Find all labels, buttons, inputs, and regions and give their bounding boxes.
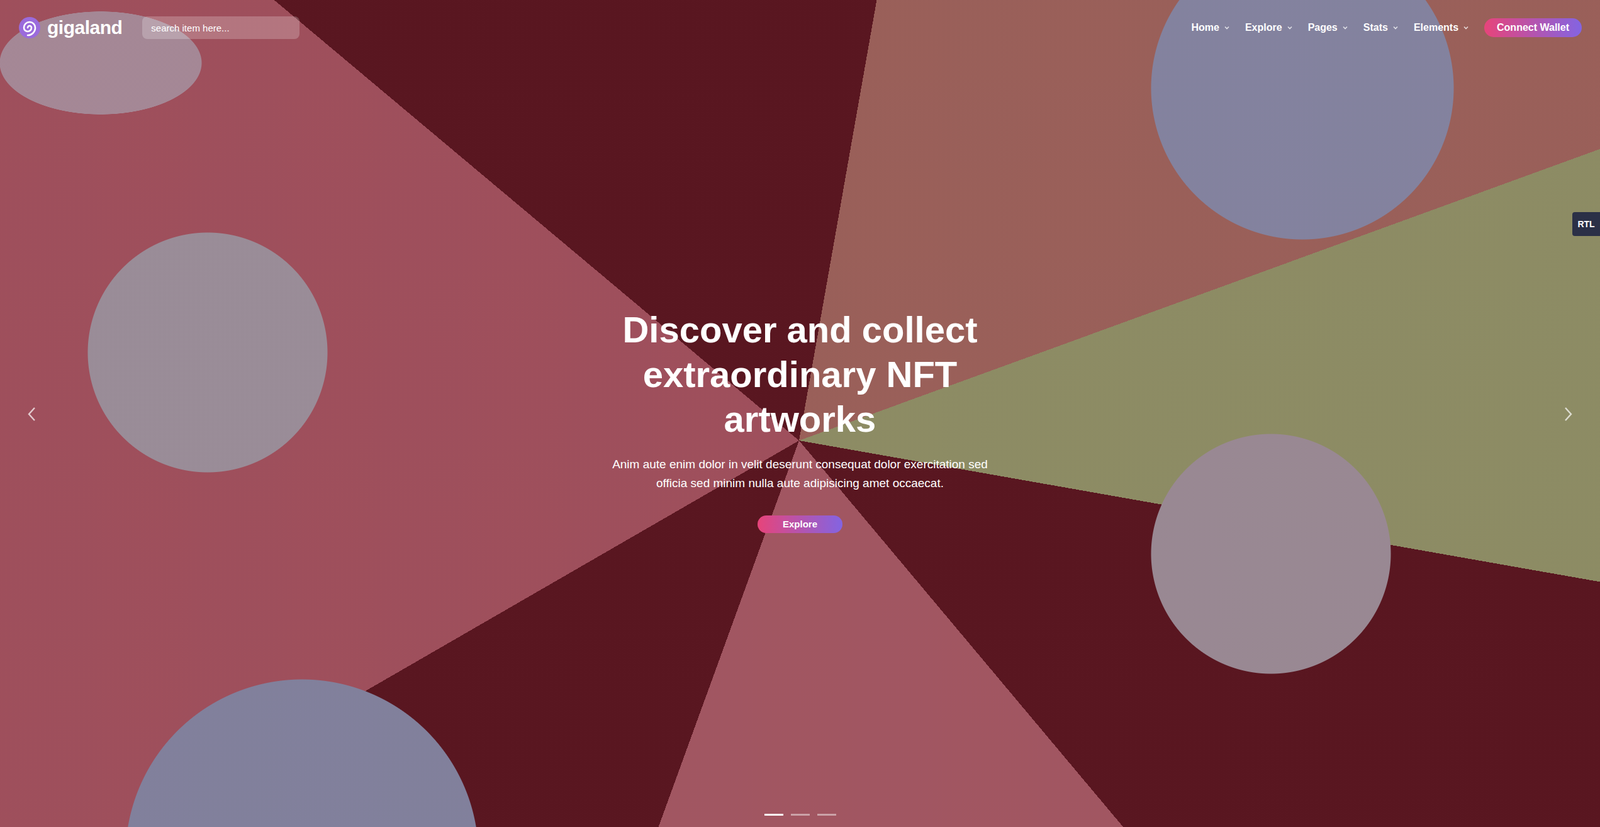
- search-input[interactable]: [142, 16, 300, 40]
- chevron-left-icon: [26, 405, 38, 423]
- chevron-down-icon: [1392, 24, 1399, 31]
- logo[interactable]: gigaland: [18, 16, 123, 40]
- logo-text: gigaland: [47, 16, 123, 39]
- nav-item[interactable]: Stats: [1363, 22, 1399, 34]
- chevron-down-icon: [1342, 24, 1349, 31]
- hero-slider: gigaland Home Explore Pages Stats Elements Con…: [0, 0, 1600, 827]
- nav-item[interactable]: Explore: [1245, 22, 1293, 34]
- spiral-logo-icon: [18, 16, 41, 40]
- hero-title-line: extraordinary NFT: [643, 351, 958, 397]
- chevron-down-icon: [1223, 24, 1231, 31]
- nav-item[interactable]: Home: [1191, 22, 1230, 34]
- slider-dot[interactable]: [764, 813, 784, 816]
- slider-dot[interactable]: [817, 813, 837, 816]
- slider-dots: [0, 813, 1600, 816]
- explore-button[interactable]: Explore: [757, 515, 843, 533]
- chevron-right-icon: [1562, 405, 1574, 423]
- hero-content: Discover and collectextraordinary NFTart…: [608, 307, 993, 533]
- hero-text: Anim aute enim dolor in velit deserunt c…: [608, 454, 993, 493]
- nav-item[interactable]: Pages: [1308, 22, 1349, 34]
- chevron-down-icon: [1462, 24, 1470, 31]
- hero-title: Discover and collectextraordinary NFTart…: [622, 307, 978, 442]
- next-slide-button[interactable]: [1558, 402, 1578, 426]
- nav-item[interactable]: Elements: [1413, 22, 1470, 34]
- main-nav: Home Explore Pages Stats Elements Connect Wal…: [1191, 18, 1582, 38]
- prev-slide-button[interactable]: [22, 402, 42, 426]
- hero-title-line: artworks: [724, 396, 877, 442]
- slider-dot[interactable]: [790, 813, 810, 816]
- header-left: gigaland: [18, 16, 300, 40]
- header: gigaland Home Explore Pages Stats Elements Con…: [0, 0, 1600, 40]
- chevron-down-icon: [1286, 24, 1293, 31]
- hero-title-line: Discover and collect: [622, 307, 978, 352]
- rtl-toggle[interactable]: RTL: [1572, 212, 1600, 236]
- connect-wallet-button[interactable]: Connect Wallet: [1484, 18, 1582, 38]
